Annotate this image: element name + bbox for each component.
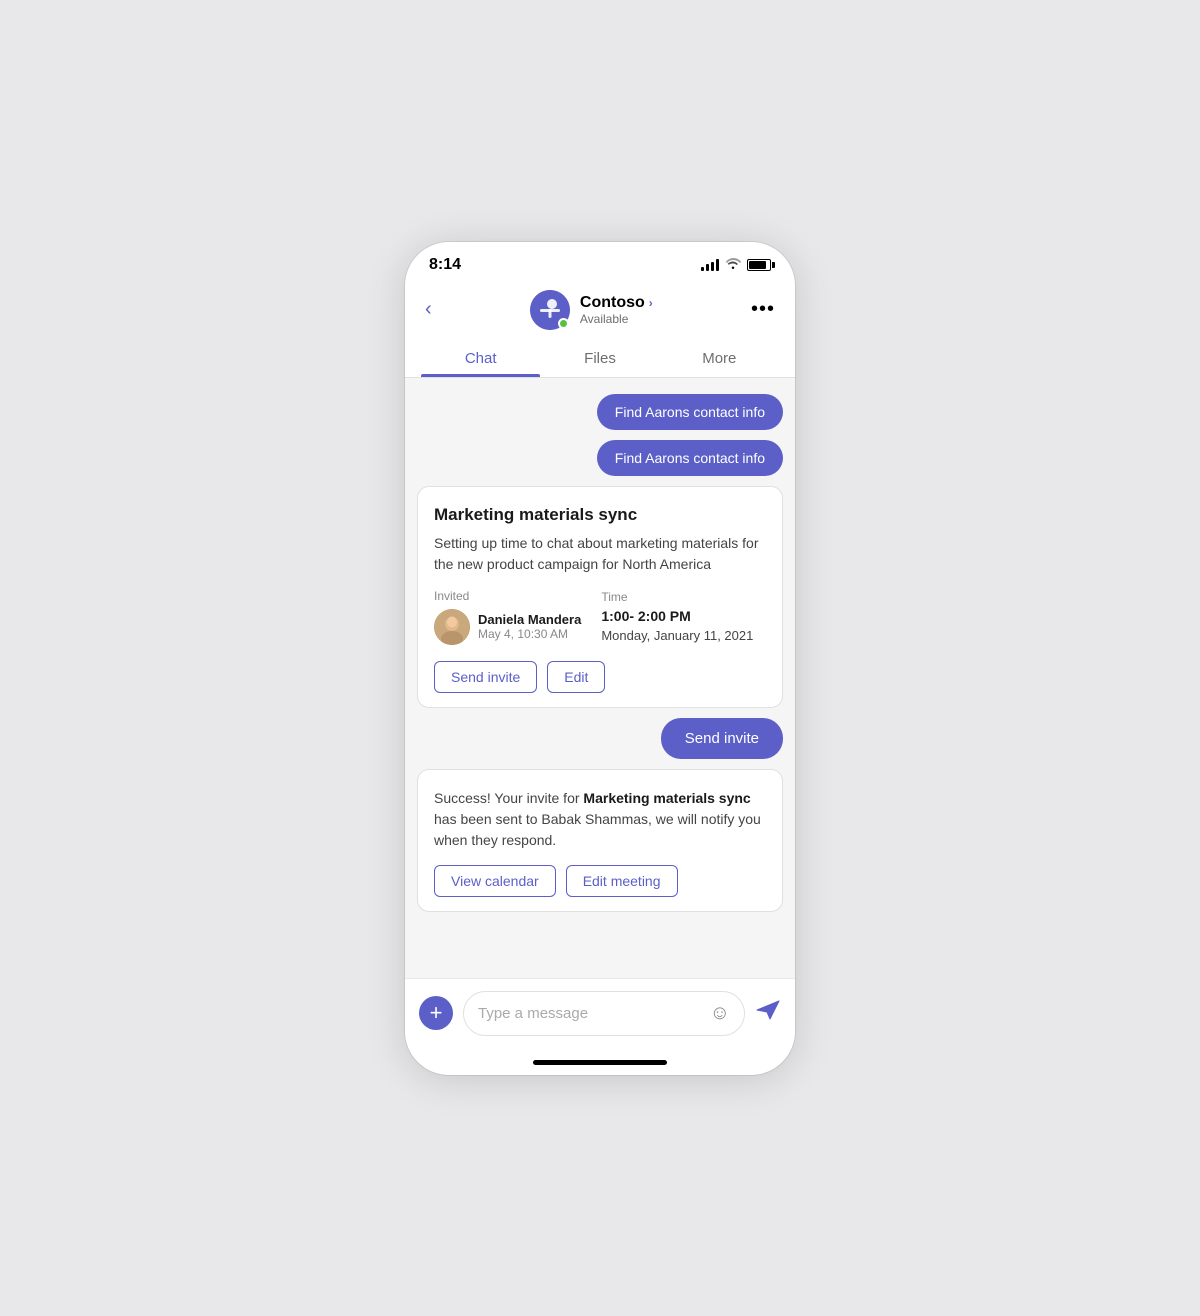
contact-name-wrap: Contoso › Available [580,294,653,326]
meeting-card-title: Marketing materials sync [434,505,766,525]
add-attachment-button[interactable]: + [419,996,453,1030]
avatar [530,290,570,330]
send-button[interactable] [755,999,781,1027]
meeting-card: Marketing materials sync Setting up time… [417,486,783,708]
online-indicator [558,318,569,329]
outgoing-bubble-1: Find Aarons contact info [417,394,783,430]
person-name: Daniela Mandera [478,612,581,627]
tab-bar: Chat Files More [421,340,779,377]
bubble-pill: Find Aarons contact info [597,440,783,476]
signal-bars-icon [701,259,719,271]
message-input-wrap[interactable]: Type a message ☺ [463,991,745,1036]
time-range: 1:00- 2:00 PM [601,608,753,624]
emoji-button[interactable]: ☺ [710,1002,730,1025]
success-actions: View calendar Edit meeting [434,865,766,897]
person-date: May 4, 10:30 AM [478,627,581,641]
time-col: Time 1:00- 2:00 PM Monday, January 11, 2… [601,589,753,645]
status-time: 8:14 [429,256,461,274]
status-icons [701,257,771,272]
send-invite-button[interactable]: Send invite [434,661,537,693]
back-button[interactable]: ‹ [421,294,436,325]
bottom-bar: + Type a message ☺ [405,978,795,1056]
success-card: Success! Your invite for Marketing mater… [417,769,783,912]
chat-area: Find Aarons contact info Find Aarons con… [405,378,795,978]
card-actions: Send invite Edit [434,661,766,693]
tab-files[interactable]: Files [540,340,659,377]
home-indicator [533,1060,667,1065]
tab-chat[interactable]: Chat [421,340,540,377]
view-calendar-button[interactable]: View calendar [434,865,556,897]
meeting-card-meta: Invited [434,589,766,645]
invited-label: Invited [434,589,581,603]
status-bar: 8:14 [405,242,795,282]
tab-more[interactable]: More [660,340,779,377]
message-placeholder: Type a message [478,1005,588,1022]
contact-name: Contoso › [580,294,653,312]
edit-meeting-button[interactable]: Edit meeting [566,865,678,897]
person-info: Daniela Mandera May 4, 10:30 AM [478,612,581,641]
contact-status: Available [580,312,653,326]
invited-col: Invited [434,589,581,645]
wifi-icon [725,257,741,272]
phone-frame: 8:14 ‹ [405,242,795,1075]
chevron-right-icon: › [649,296,653,310]
bubble-pill: Find Aarons contact info [597,394,783,430]
edit-button[interactable]: Edit [547,661,605,693]
meeting-card-desc: Setting up time to chat about marketing … [434,533,766,575]
outgoing-bubble-2: Find Aarons contact info [417,440,783,476]
more-options-button[interactable]: ••• [747,294,779,325]
send-invite-action-button[interactable]: Send invite [661,718,783,759]
battery-icon [747,259,771,271]
time-date: Monday, January 11, 2021 [601,628,753,643]
send-invite-bubble-row: Send invite [417,718,783,759]
invited-person: Daniela Mandera May 4, 10:30 AM [434,609,581,645]
chat-header: ‹ [405,282,795,378]
person-avatar [434,609,470,645]
header-top: ‹ [421,290,779,340]
contact-info: Contoso › Available [530,290,653,330]
success-text: Success! Your invite for Marketing mater… [434,788,766,851]
time-label: Time [601,590,753,604]
